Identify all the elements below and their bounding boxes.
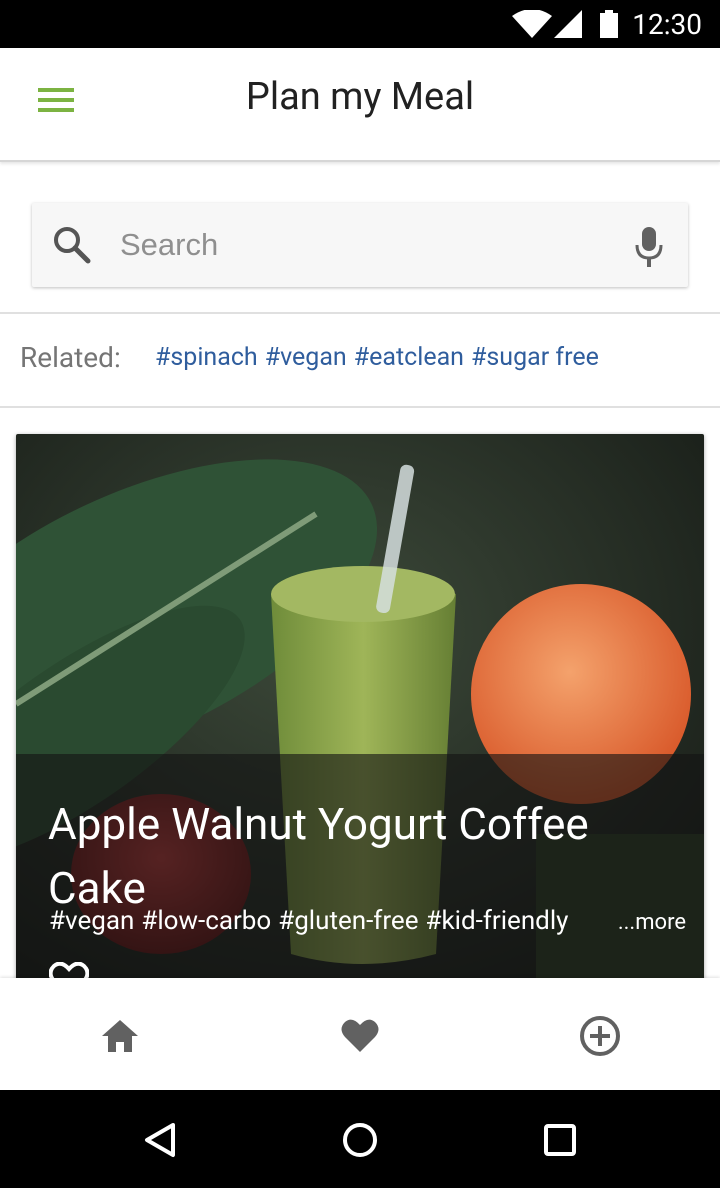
- page-title: Plan my Meal: [245, 75, 475, 119]
- related-tags: #spinach #vegan #eatclean #sugar free: [155, 343, 606, 372]
- app-bar: Plan my Meal: [0, 48, 720, 162]
- related-label: Related:: [20, 341, 121, 374]
- home-circle-icon: [343, 1123, 377, 1157]
- related-tag[interactable]: #eatclean: [354, 343, 464, 372]
- battery-icon: [600, 10, 618, 38]
- system-back-button[interactable]: [136, 1116, 184, 1164]
- more-link[interactable]: ...more: [618, 910, 686, 935]
- recents-icon: [544, 1124, 576, 1156]
- back-icon: [145, 1123, 175, 1157]
- related-tag[interactable]: #sugar free: [471, 343, 599, 372]
- divider: [0, 312, 720, 314]
- search-input[interactable]: [120, 221, 600, 269]
- recipe-tag[interactable]: #vegan: [49, 906, 134, 936]
- search-bar[interactable]: [32, 203, 688, 287]
- divider: [0, 406, 720, 408]
- status-time: 12:30: [632, 8, 702, 41]
- status-bar: 12:30: [0, 0, 720, 48]
- recipe-tag[interactable]: #gluten-free: [278, 906, 418, 936]
- recipe-card[interactable]: Apple Walnut Yogurt Coffee Cake #vegan #…: [16, 434, 704, 994]
- related-tag[interactable]: #spinach: [155, 343, 258, 372]
- system-home-button[interactable]: [336, 1116, 384, 1164]
- recipe-title[interactable]: Apple Walnut Yogurt Coffee Cake: [48, 792, 678, 920]
- mic-icon[interactable]: [634, 225, 664, 269]
- wifi-icon: [512, 10, 552, 38]
- home-icon: [102, 1020, 138, 1052]
- nav-add-button[interactable]: [578, 1014, 622, 1058]
- recipe-tag[interactable]: #kid-friendly: [426, 906, 569, 936]
- nav-home-button[interactable]: [98, 1014, 142, 1058]
- recipe-tags: #vegan #low-carbo #gluten-free #kid-frie…: [49, 906, 575, 936]
- system-nav-bar: [0, 1090, 720, 1188]
- recipe-tag[interactable]: #low-carbo: [141, 906, 271, 936]
- system-recents-button[interactable]: [536, 1116, 584, 1164]
- add-circle-icon: [580, 1016, 620, 1056]
- related-tag[interactable]: #vegan: [265, 343, 347, 372]
- bottom-nav: [0, 978, 720, 1090]
- heart-icon: [341, 1019, 379, 1052]
- signal-icon: [554, 10, 582, 38]
- search-icon: [54, 227, 91, 264]
- nav-favorites-button[interactable]: [338, 1014, 382, 1058]
